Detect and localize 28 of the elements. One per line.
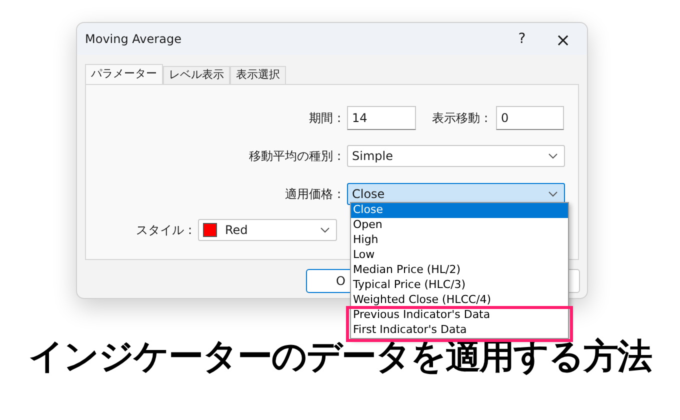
input-field[interactable]: 14 <box>347 106 416 130</box>
field-label: 移動平均の種別 : <box>248 148 342 165</box>
chevron-down-icon <box>320 227 330 233</box>
field-label: 適用価格 : <box>284 186 342 203</box>
field-label: スタイル : <box>135 222 193 239</box>
field-label: 期間 : <box>308 110 342 127</box>
dropdown-option[interactable]: Close <box>351 203 568 218</box>
field-label: 表示移動 : <box>431 110 489 127</box>
window-title: Moving Average <box>85 31 182 48</box>
dropdown-option[interactable]: First Indicator's Data <box>351 323 568 338</box>
close-button[interactable]: × <box>543 27 583 51</box>
tab[interactable]: レベル表示 <box>163 66 230 84</box>
help-button[interactable]: ? <box>507 27 537 51</box>
input-field[interactable]: 0 <box>496 106 564 130</box>
chevron-down-icon <box>548 191 558 197</box>
chevron-down-icon <box>548 153 558 159</box>
dropdown-option[interactable]: Weighted Close (HLCC/4) <box>351 293 568 308</box>
dropdown-option[interactable]: High <box>351 233 568 248</box>
tab[interactable]: 表示選択 <box>230 66 286 84</box>
select-field[interactable]: Red <box>198 219 337 241</box>
select-field[interactable]: Simple <box>347 145 565 167</box>
tab[interactable]: パラメーター <box>85 64 163 84</box>
dropdown-option[interactable]: Previous Indicator's Data <box>351 308 568 323</box>
select-value: Close <box>352 186 385 203</box>
select-value: Simple <box>352 148 393 165</box>
dropdown-option[interactable]: Open <box>351 218 568 233</box>
select-value: Red <box>225 222 248 239</box>
dropdown-option[interactable]: Low <box>351 248 568 263</box>
